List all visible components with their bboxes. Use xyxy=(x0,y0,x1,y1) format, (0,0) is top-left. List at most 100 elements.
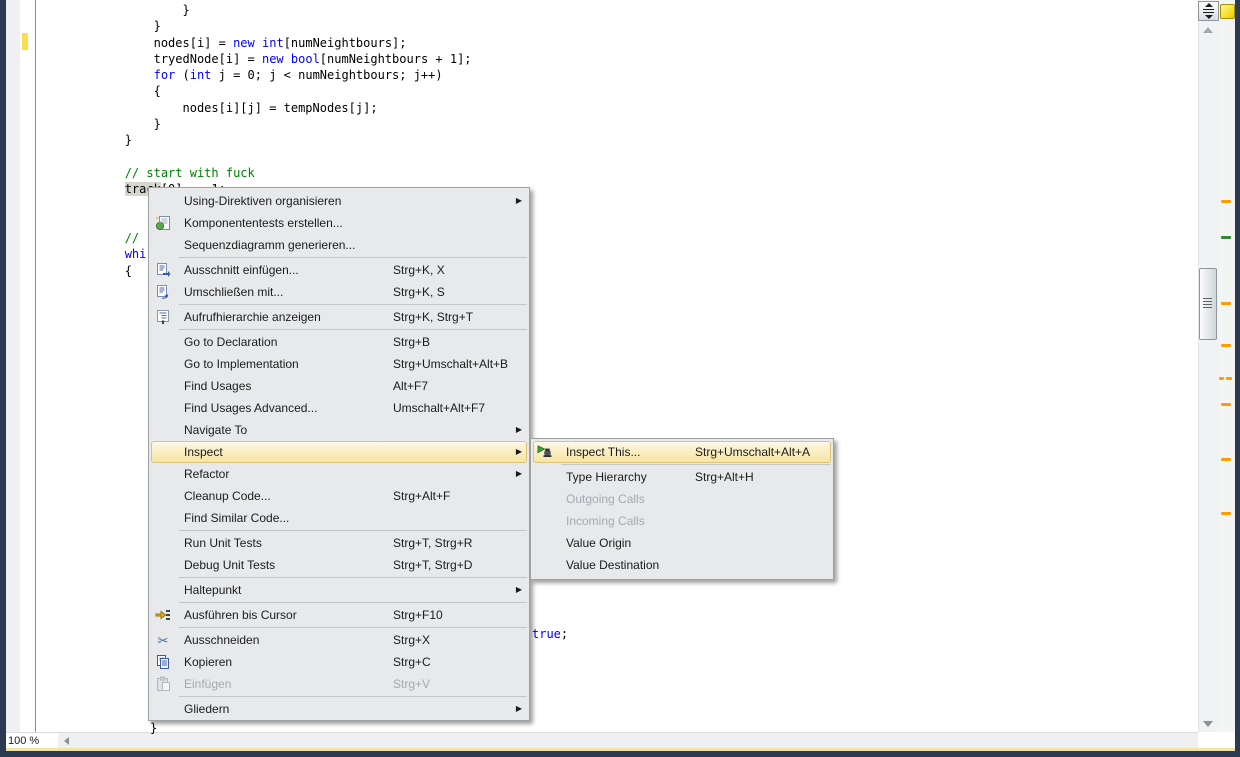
breakpoint-margin[interactable] xyxy=(6,0,20,732)
menu-separator xyxy=(179,530,527,531)
code-line: { xyxy=(38,83,472,99)
analysis-marker-orange[interactable] xyxy=(1219,377,1224,380)
menu-item-run-unit-tests[interactable]: Run Unit TestsStrg+T, Strg+R xyxy=(149,532,529,554)
menu-item-label: Inspect xyxy=(184,445,223,459)
menu-item-shortcut: Umschalt+Alt+F7 xyxy=(393,401,485,415)
vertical-scrollbar-track[interactable] xyxy=(1198,0,1219,733)
window-frame-right xyxy=(1235,0,1240,757)
analysis-marker-orange[interactable] xyxy=(1221,302,1231,305)
menu-item-label: Umschließen mit... xyxy=(184,285,283,299)
menu-item-label: Cleanup Code... xyxy=(184,489,271,503)
menu-item-find-similar-code[interactable]: Find Similar Code... xyxy=(149,507,529,529)
menu-item-create-component-tests[interactable]: Komponententests erstellen... xyxy=(149,212,529,234)
window-frame-bottom xyxy=(0,751,1240,757)
analysis-marker-orange[interactable] xyxy=(1226,377,1232,380)
menu-item-shortcut: Strg+Alt+F xyxy=(393,489,450,503)
menu-separator xyxy=(179,304,527,305)
submenu-arrow-icon: ▶ xyxy=(516,426,522,434)
code-fragment: } xyxy=(150,720,157,736)
menu-item-debug-unit-tests[interactable]: Debug Unit TestsStrg+T, Strg+D xyxy=(149,554,529,576)
submenu-arrow-icon: ▶ xyxy=(516,470,522,478)
code-fragment: true; xyxy=(532,626,568,642)
vertical-scrollbar-thumb[interactable] xyxy=(1199,268,1217,340)
copy-icon xyxy=(149,654,177,670)
menu-item-label: Inspect This... xyxy=(566,445,640,459)
code-line: tryedNode[i] = new bool[numNeightbours +… xyxy=(38,51,472,67)
menu-item-cut[interactable]: ✂AusschneidenStrg+X xyxy=(149,629,529,651)
analysis-marker-orange[interactable] xyxy=(1221,403,1231,406)
menu-item-shortcut: Strg+V xyxy=(393,677,430,691)
menu-item-run-to-cursor[interactable]: Ausführen bis CursorStrg+F10 xyxy=(149,604,529,626)
menu-item-go-to-declaration[interactable]: Go to DeclarationStrg+B xyxy=(149,331,529,353)
inspect-this-icon xyxy=(531,444,559,460)
analysis-marker-orange[interactable] xyxy=(1221,344,1231,347)
menu-item-outlining[interactable]: Gliedern▶ xyxy=(149,698,529,720)
menu-item-paste[interactable]: Einfügen Strg+V xyxy=(149,673,529,695)
menu-item-shortcut: Strg+B xyxy=(393,335,430,349)
menu-item-shortcut: Strg+C xyxy=(393,655,431,669)
code-line: } xyxy=(38,2,472,18)
code-line: } xyxy=(38,18,472,34)
analysis-marker-orange[interactable] xyxy=(1221,200,1231,203)
menu-item-organize-usings[interactable]: Using-Direktiven organisieren▶ xyxy=(149,190,529,212)
window-frame-left xyxy=(0,0,6,757)
menu-item-label: Sequenzdiagramm generieren... xyxy=(184,238,355,252)
menu-item-label: Type Hierarchy xyxy=(566,470,647,484)
menu-separator xyxy=(561,464,831,465)
menu-item-inspect-this[interactable]: Inspect This... Strg+Umschalt+Alt+A xyxy=(531,441,833,463)
menu-item-go-to-implementation[interactable]: Go to ImplementationStrg+Umschalt+Alt+B xyxy=(149,353,529,375)
menu-item-generate-sequence-diagram[interactable]: Sequenzdiagramm generieren... xyxy=(149,234,529,256)
code-line: } xyxy=(38,116,472,132)
menu-item-label: Outgoing Calls xyxy=(566,492,645,506)
menu-item-shortcut: Strg+Umschalt+Alt+A xyxy=(695,445,810,459)
menu-item-label: Haltepunkt xyxy=(184,583,241,597)
menu-item-breakpoint[interactable]: Haltepunkt▶ xyxy=(149,579,529,601)
menu-item-outgoing-calls[interactable]: Outgoing Calls xyxy=(531,488,833,510)
code-line: nodes[i][j] = tempNodes[j]; xyxy=(38,100,472,116)
menu-item-label: Aufrufhierarchie anzeigen xyxy=(184,310,321,324)
menu-item-type-hierarchy[interactable]: Type HierarchyStrg+Alt+H xyxy=(531,466,833,488)
menu-item-value-origin[interactable]: Value Origin xyxy=(531,532,833,554)
menu-separator xyxy=(179,257,527,258)
menu-item-refactor[interactable]: Refactor ▶ xyxy=(149,463,529,485)
menu-item-cleanup-code[interactable]: Cleanup Code... Strg+Alt+F xyxy=(149,485,529,507)
menu-item-find-usages[interactable]: Find UsagesAlt+F7 xyxy=(149,375,529,397)
scroll-up-button[interactable] xyxy=(1203,27,1213,33)
menu-item-value-destination[interactable]: Value Destination xyxy=(531,554,833,576)
menu-item-shortcut: Strg+K, S xyxy=(393,285,445,299)
menu-item-label: Go to Implementation xyxy=(184,357,299,371)
menu-item-label: Value Origin xyxy=(566,536,631,550)
menu-item-find-usages-advanced[interactable]: Find Usages Advanced...Umschalt+Alt+F7 xyxy=(149,397,529,419)
menu-item-copy[interactable]: Kopieren Strg+C xyxy=(149,651,529,673)
menu-item-inspect[interactable]: Inspect▶ xyxy=(149,441,529,463)
menu-item-navigate-to[interactable]: Navigate To▶ xyxy=(149,419,529,441)
menu-item-label: Ausschneiden xyxy=(184,633,259,647)
analysis-marker-green[interactable] xyxy=(1221,236,1231,239)
margin-divider xyxy=(35,0,36,732)
scroll-left-button[interactable] xyxy=(64,737,69,745)
menu-item-label: Using-Direktiven organisieren xyxy=(184,194,341,208)
menu-item-label: Incoming Calls xyxy=(566,514,645,528)
paste-icon xyxy=(149,676,177,692)
menu-item-label: Komponententests erstellen... xyxy=(184,216,343,230)
inspect-submenu: Inspect This... Strg+Umschalt+Alt+A Type H… xyxy=(530,438,834,580)
menu-item-incoming-calls[interactable]: Incoming Calls xyxy=(531,510,833,532)
file-analysis-status-indicator[interactable] xyxy=(1220,4,1235,19)
zoom-select[interactable]: 100 % xyxy=(3,733,58,748)
menu-item-surround-with[interactable]: Umschließen mit... Strg+K, S xyxy=(149,281,529,303)
menu-item-view-call-hierarchy[interactable]: Aufrufhierarchie anzeigen Strg+K, Strg+T xyxy=(149,306,529,328)
analysis-marker-orange[interactable] xyxy=(1221,458,1231,461)
menu-item-label: Einfügen xyxy=(184,677,231,691)
menu-separator xyxy=(179,696,527,697)
analysis-marker-orange[interactable] xyxy=(1221,512,1231,515)
menu-item-shortcut: Strg+K, Strg+T xyxy=(393,310,473,324)
menu-item-insert-snippet[interactable]: Ausschnitt einfügen...Strg+K, X xyxy=(149,259,529,281)
editor-splitter-button[interactable] xyxy=(1198,1,1219,21)
horizontal-scrollbar-track[interactable] xyxy=(0,732,1198,749)
scroll-down-button[interactable] xyxy=(1203,721,1213,727)
menu-item-label: Refactor xyxy=(184,467,229,481)
menu-item-label: Find Usages xyxy=(184,379,251,393)
analysis-marker-bar[interactable] xyxy=(1219,0,1235,733)
change-tracking-margin xyxy=(20,0,35,732)
menu-item-label: Kopieren xyxy=(184,655,232,669)
